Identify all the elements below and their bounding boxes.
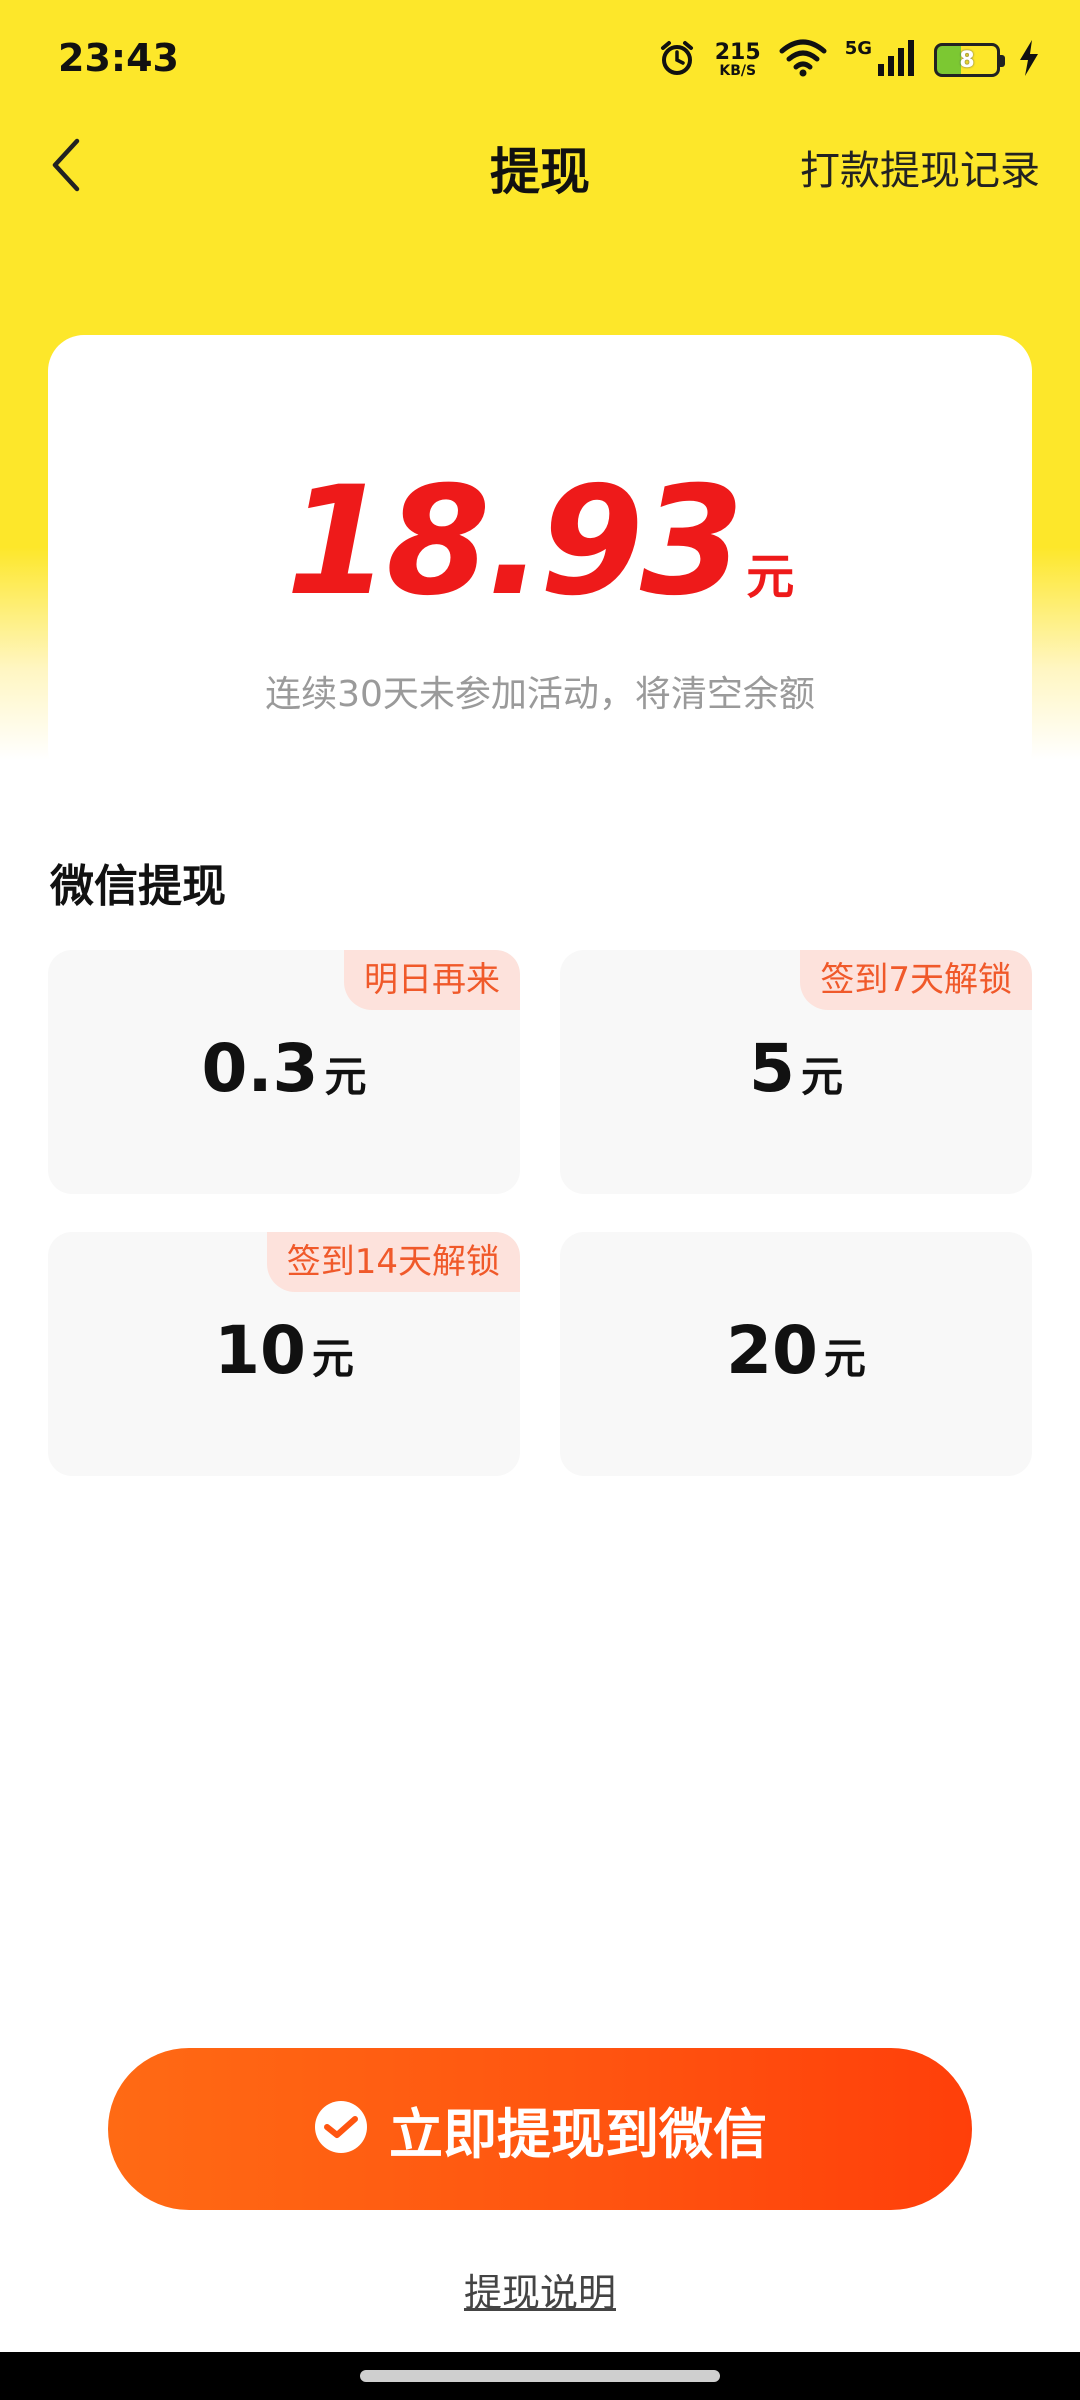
option-amount: 0.3 元 [201, 1030, 367, 1107]
navigation-bar [0, 2352, 1080, 2400]
wifi-icon [779, 39, 827, 81]
signal-icon [876, 40, 916, 80]
alarm-icon [657, 38, 697, 82]
option-badge: 签到14天解锁 [266, 1232, 520, 1292]
charging-icon [1018, 40, 1040, 80]
withdraw-option-20[interactable]: 20 元 [560, 1232, 1032, 1476]
home-indicator[interactable] [360, 2370, 720, 2382]
net-speed: 215 KB/S [714, 40, 761, 79]
option-amount: 10 元 [214, 1312, 354, 1389]
option-amount: 5元 [749, 1030, 843, 1107]
battery-level: 8 [959, 47, 975, 73]
balance-amount: 18.93 元 [48, 455, 1032, 629]
balance-card: 18.93 元 连续30天未参加活动，将清空余额 [48, 335, 1032, 785]
withdraw-option-10[interactable]: 签到14天解锁 10 元 [48, 1232, 520, 1476]
status-icons: 215 KB/S 5G 8 [657, 36, 1040, 84]
withdraw-page: 23:43 215 KB/S 5G 8 提现 打款提现记录 18.93 元 连续… [0, 0, 1080, 2400]
balance-unit: 元 [746, 549, 795, 605]
status-bar: 23:43 215 KB/S 5G 8 [0, 0, 1080, 120]
option-badge: 明日再来 [344, 950, 520, 1010]
withdraw-to-wechat-button[interactable]: 立即提现到微信 [108, 2048, 972, 2210]
nav-bar: 提现 打款提现记录 [0, 120, 1080, 210]
status-time: 23:43 [58, 36, 179, 80]
wechat-pay-icon [313, 2099, 369, 2159]
option-badge: 签到7天解锁 [800, 950, 1032, 1010]
withdraw-button-label: 立即提现到微信 [389, 2102, 767, 2166]
withdraw-help-link[interactable]: 提现说明 [0, 2262, 1080, 2317]
withdraw-record-link[interactable]: 打款提现记录 [800, 138, 1040, 196]
withdraw-option-5[interactable]: 签到7天解锁 5元 [560, 950, 1032, 1194]
section-title: 微信提现 [50, 861, 226, 912]
network-type: 5G [844, 37, 872, 59]
withdraw-option-0-3[interactable]: 明日再来 0.3 元 [48, 950, 520, 1194]
balance-expiry-note: 连续30天未参加活动，将清空余额 [265, 674, 815, 715]
battery-icon: 8 [934, 43, 1005, 77]
option-amount: 20 元 [726, 1312, 866, 1389]
balance-value: 18.93 [285, 455, 744, 629]
